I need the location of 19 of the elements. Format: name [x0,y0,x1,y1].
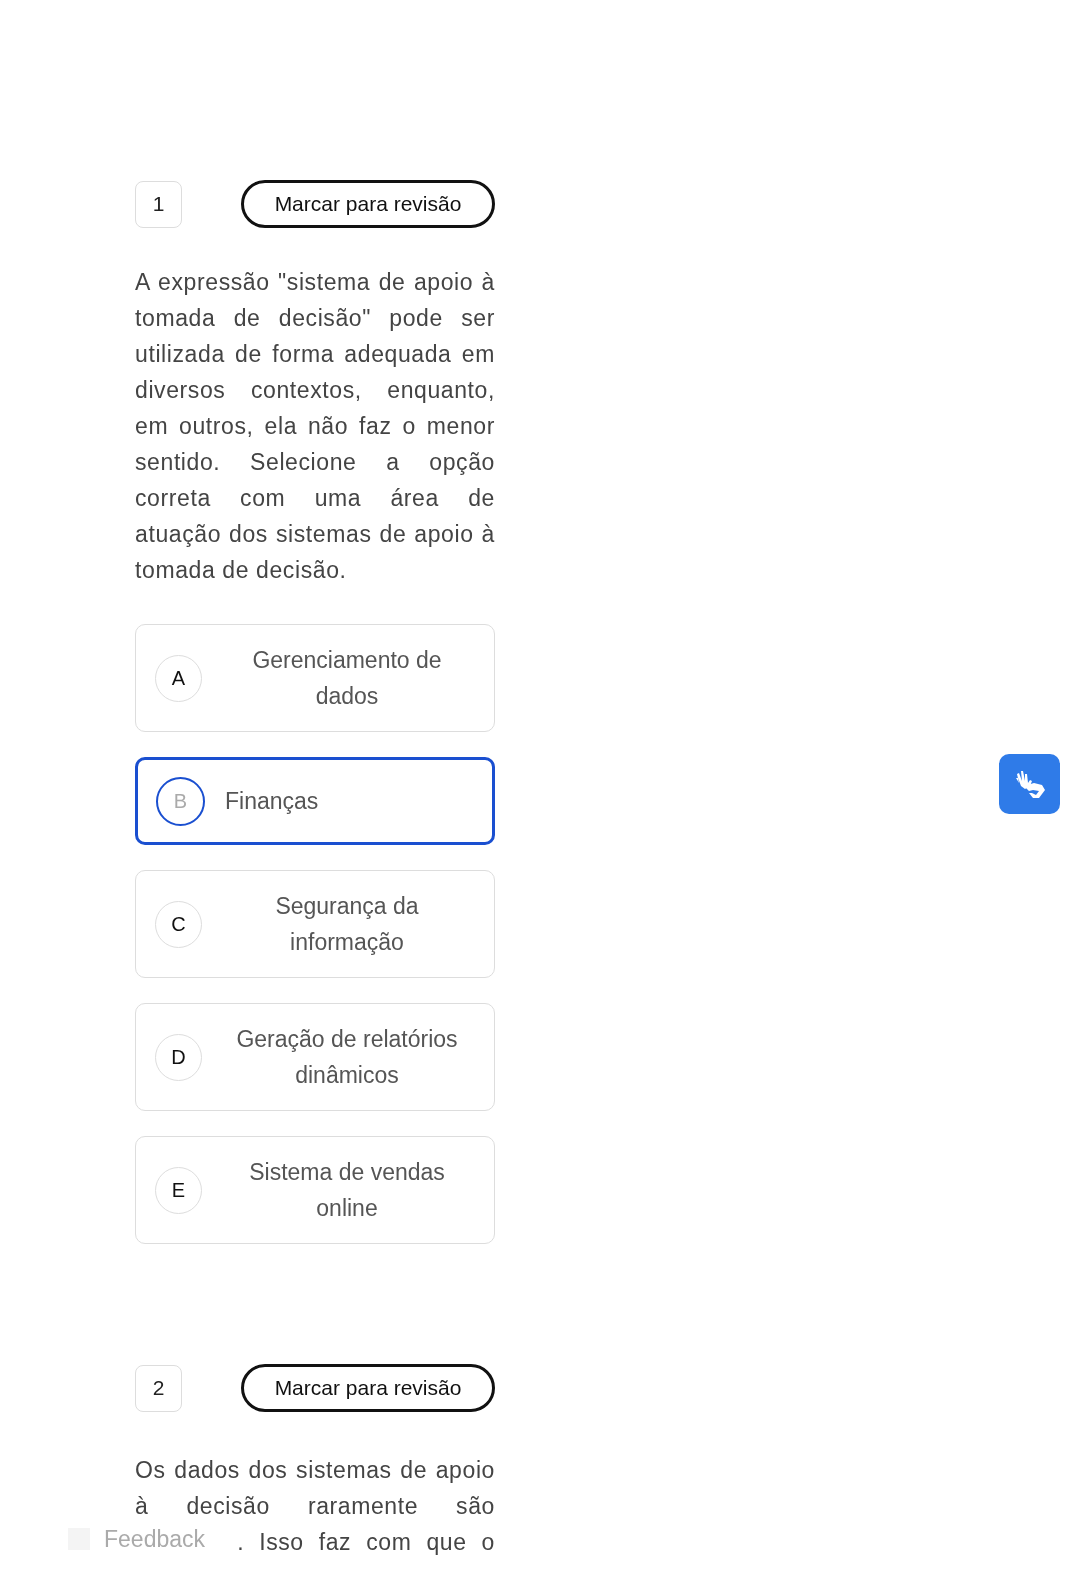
option-text: Sistema de vendas online [248,1158,446,1223]
question-text: Os dados dos sistemas de apoio à decisão raramente são [135,1456,495,1521]
question-number: 1 [135,180,182,228]
answer-option[interactable]: A Gerenciamento de dados [135,624,495,732]
answer-option[interactable]: E Sistema de vendas online [135,1136,495,1244]
answer-option[interactable]: D Geração de relatórios dinâmicos [135,1003,495,1111]
option-text: Finanças [224,787,320,816]
option-text: Geração de relatórios dinâmicos [235,1025,459,1090]
question-text: . Isso faz com que o [237,1528,495,1557]
review-button[interactable]: Marcar para revisão [241,1364,495,1412]
sign-language-button[interactable] [999,754,1060,814]
option-text: Gerenciamento de dados [251,646,443,711]
answer-option[interactable]: B Finanças [135,757,495,845]
option-text: Segurança da informação [274,892,420,957]
question-number: 2 [135,1364,182,1412]
answer-option[interactable]: C Segurança da informação [135,870,495,978]
option-letter: B [156,776,205,826]
review-button[interactable]: Marcar para revisão [241,180,495,228]
question-text: A expressão "sistema de apoio à tomada de decisão" pode ser utilizada de forma adequada em diversos contextos, enquanto, em outros, ela não faz o menor sentido. Selecione a opção correta com uma área de atuação dos sistemas de apoio à tomada de decisão. [135,268,495,585]
